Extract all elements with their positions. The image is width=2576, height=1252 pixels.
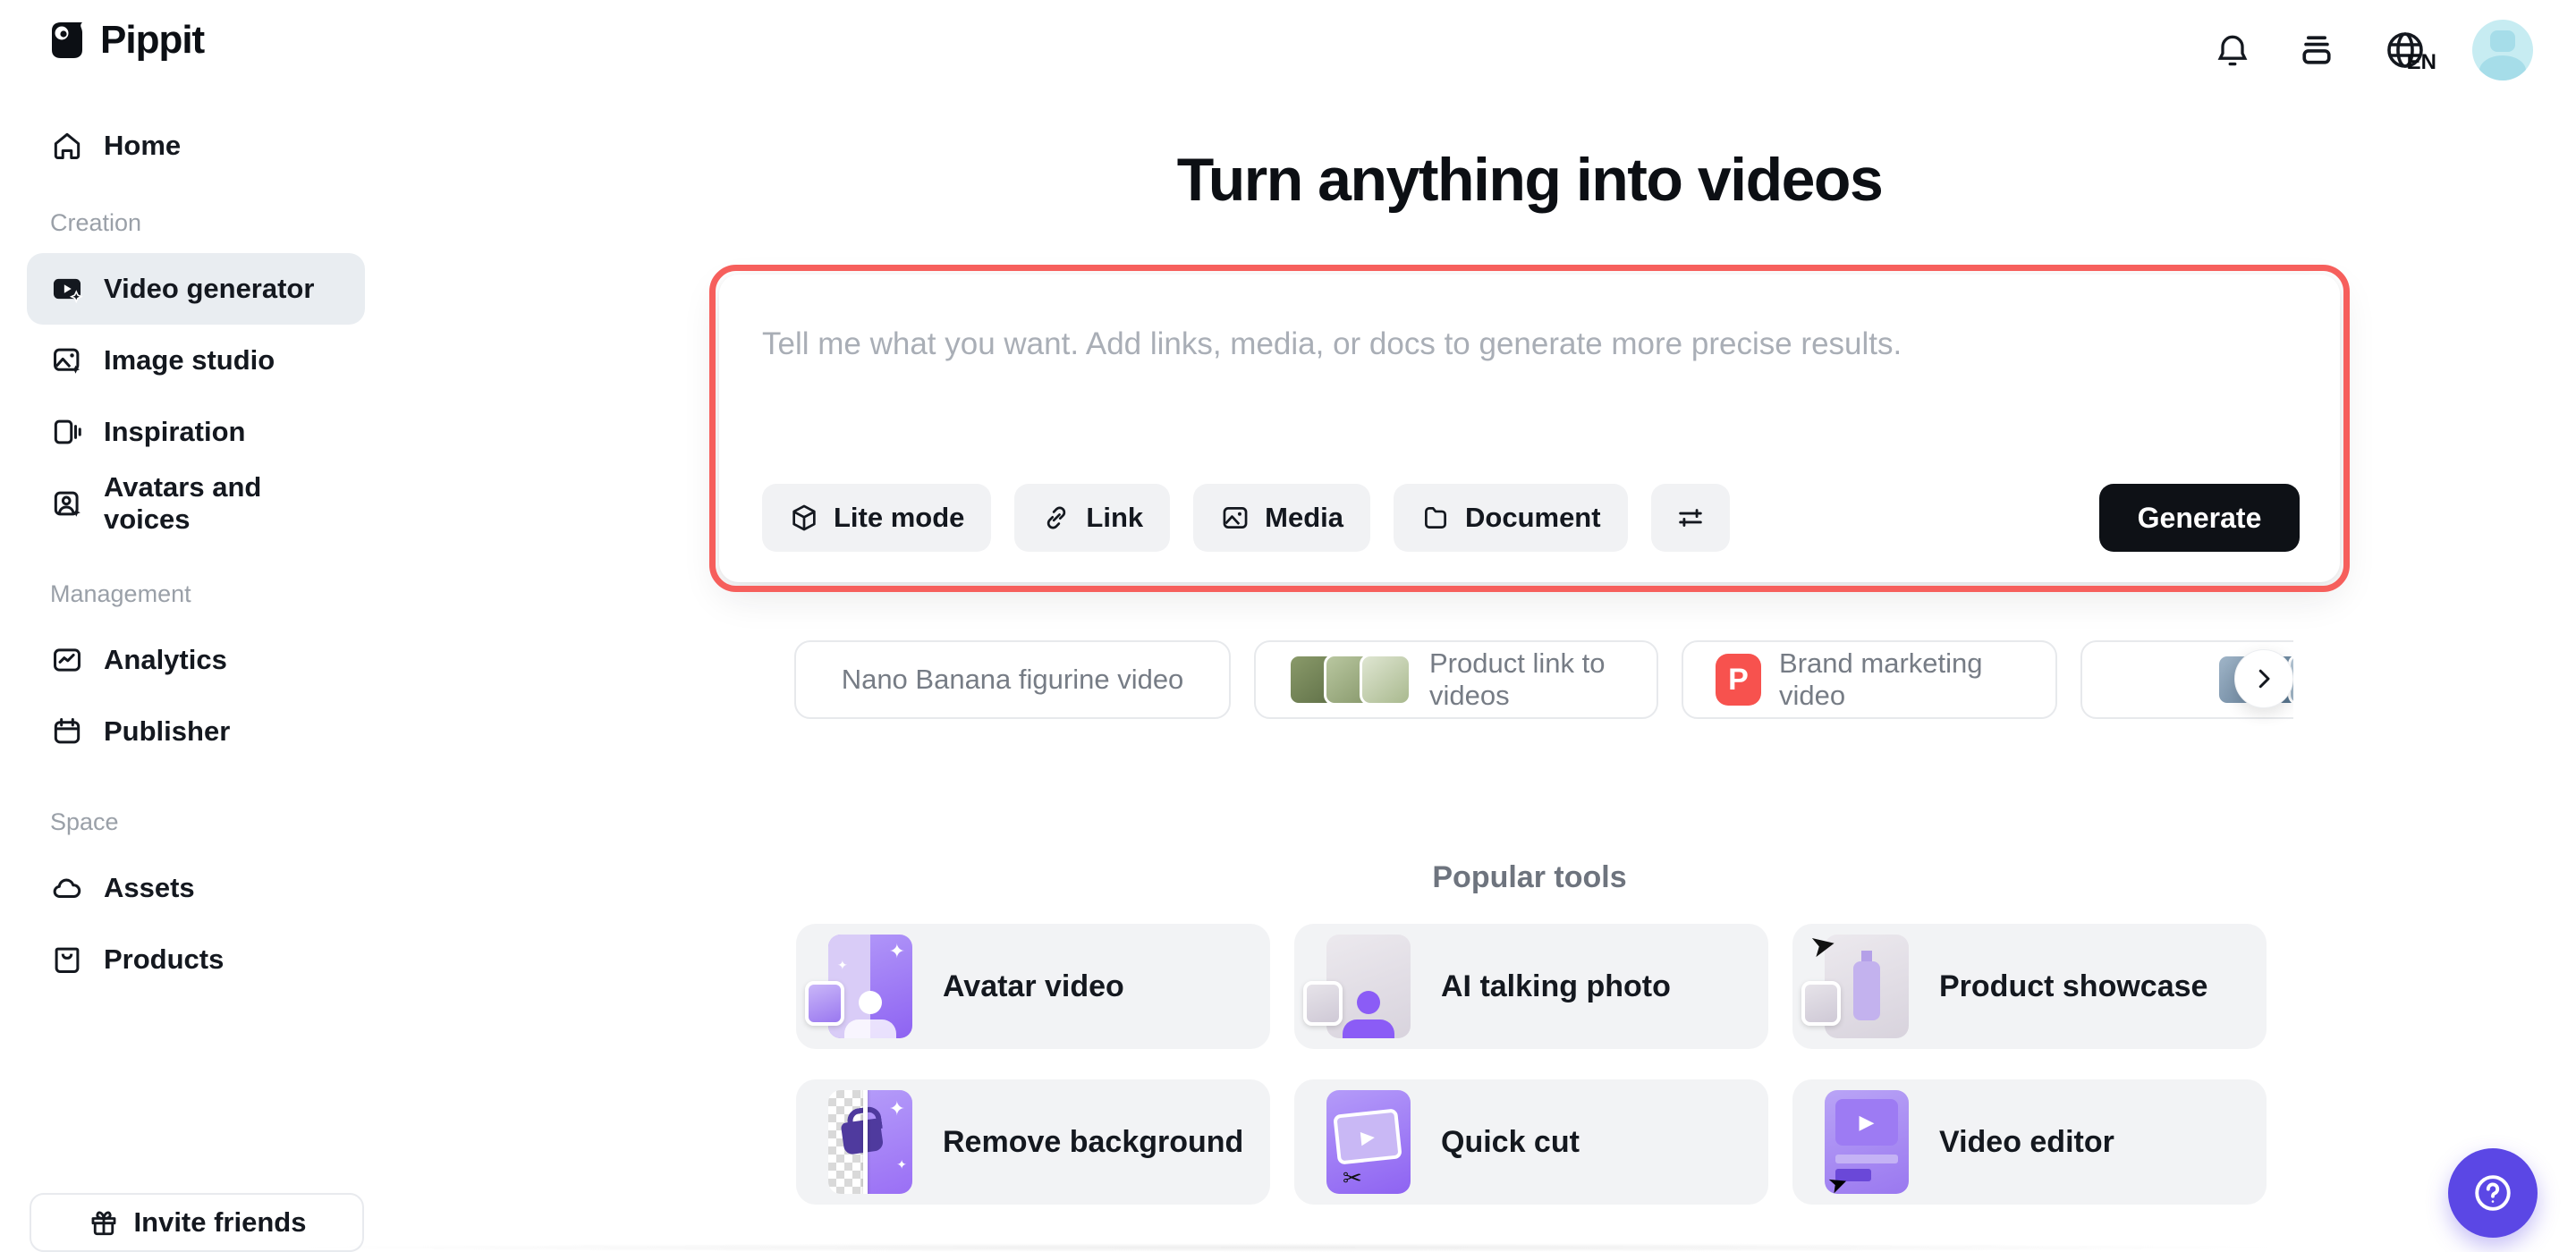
sidebar-item-label: Products [104, 943, 225, 975]
ai-talking-photo-thumbnail [1303, 935, 1411, 1038]
language-button[interactable]: EN [2379, 27, 2436, 74]
question-mark-icon [2475, 1175, 2511, 1211]
chevron-right-icon [2258, 669, 2270, 689]
tool-label: Avatar video [943, 969, 1124, 1003]
sidebar-item-video-generator[interactable]: Video generator [27, 253, 365, 325]
product-showcase-thumbnail: ➤ [1801, 926, 1909, 1038]
sidebar-item-products[interactable]: Products [27, 924, 365, 995]
tool-label: Product showcase [1939, 969, 2208, 1003]
sidebar-item-assets[interactable]: Assets [27, 852, 365, 924]
document-icon [1425, 507, 1446, 529]
suggestion-chip-brand-marketing[interactable]: P Brand marketing video [1682, 640, 2057, 719]
generate-button[interactable]: Generate [2099, 484, 2300, 552]
transform-arrow-icon: ➤ [1807, 926, 1840, 965]
image-studio-icon [54, 348, 80, 374]
tool-label: AI talking photo [1441, 969, 1671, 1003]
tool-card-ai-talking-photo[interactable]: AI talking photo [1294, 924, 1768, 1049]
main-content: Turn anything into videos Tell me what y… [709, 0, 2350, 1252]
sidebar-item-home[interactable]: Home [27, 116, 365, 175]
remove-background-thumbnail: ✦ ✦ [828, 1090, 912, 1194]
popular-tools-title: Popular tools [1432, 860, 1627, 894]
tool-card-avatar-video[interactable]: ✦ ✦ Avatar video [796, 924, 1270, 1049]
brand-name: Pippit [100, 18, 205, 62]
document-label: Document [1465, 502, 1601, 533]
suggestion-label: Nano Banana figurine video [841, 664, 1184, 695]
inspiration-icon [54, 419, 81, 444]
gift-icon [91, 1211, 115, 1236]
sidebar-item-label: Home [104, 130, 182, 161]
media-button[interactable]: Media [1193, 484, 1370, 552]
sidebar-item-label: Publisher [104, 715, 231, 747]
assets-icon [53, 878, 81, 899]
suggestion-chip-nano-banana[interactable]: Nano Banana figurine video [794, 640, 1231, 719]
tool-label: Video editor [1939, 1124, 2114, 1159]
sidebar-item-image-studio[interactable]: Image studio [27, 325, 365, 396]
page-title: Turn anything into videos [1176, 146, 1884, 214]
suggestion-thumbnails [1288, 654, 1411, 706]
lite-mode-label: Lite mode [834, 502, 965, 533]
cube-icon [792, 504, 816, 531]
pippit-logo-icon [52, 22, 82, 58]
app-logo[interactable]: Pippit [47, 18, 205, 63]
advanced-settings-button[interactable] [1650, 484, 1730, 552]
tool-label: Remove background [943, 1124, 1244, 1159]
sidebar-item-label: Analytics [104, 644, 227, 675]
sidebar-item-avatars-and-voices[interactable]: Avatars and voices [27, 468, 365, 539]
suggestion-label: Brand marketing video [1779, 647, 1983, 711]
carousel-next-button[interactable] [2234, 649, 2293, 708]
p-badge-icon: P [1716, 654, 1762, 706]
sidebar-item-analytics[interactable]: Analytics [27, 624, 365, 696]
section-label-management: Management [50, 580, 191, 607]
popular-tools-grid: ✦ ✦ Avatar video AI talking photo ➤ Prod… [796, 924, 2267, 1205]
suggestion-label: Product link to videos [1429, 647, 1606, 711]
link-label: Link [1086, 502, 1144, 533]
prompt-composer: Tell me what you want. Add links, media,… [709, 265, 2350, 592]
lite-mode-button[interactable]: Lite mode [762, 484, 992, 552]
handbag-icon [840, 1118, 885, 1155]
analytics-icon [54, 648, 80, 672]
tool-card-product-showcase[interactable]: ➤ Product showcase [1792, 924, 2267, 1049]
home-icon [54, 132, 80, 159]
sliders-icon [1678, 509, 1702, 527]
suggestion-chip-product-link[interactable]: Product link to videos [1254, 640, 1658, 719]
prompt-input[interactable]: Tell me what you want. Add links, media,… [762, 326, 2297, 362]
sidebar-item-publisher[interactable]: Publisher [27, 696, 365, 767]
invite-friends-label: Invite friends [133, 1206, 307, 1238]
media-icon [1223, 507, 1248, 529]
publisher-icon [54, 718, 80, 744]
sidebar-item-label: Video generator [104, 273, 315, 304]
language-code: EN [2406, 50, 2436, 74]
section-label-space: Space [50, 808, 119, 835]
sidebar: Home Creation Video generator Image stud… [0, 107, 392, 1004]
suggestions-carousel: Nano Banana figurine video Product link … [794, 640, 2293, 726]
sidebar-item-label: Image studio [104, 344, 275, 376]
composer-toolbar: Lite mode Link Media Document [762, 484, 1730, 552]
tool-card-remove-background[interactable]: ✦ ✦ Remove background [796, 1079, 1270, 1205]
link-button[interactable]: Link [1014, 484, 1171, 552]
avatar-video-thumbnail: ✦ ✦ [805, 935, 912, 1038]
avatars-voices-icon [54, 491, 80, 517]
sidebar-item-label: Avatars and voices [104, 471, 262, 535]
user-avatar[interactable] [2472, 20, 2533, 80]
section-label-creation: Creation [50, 209, 142, 236]
tool-card-video-editor[interactable]: ▶ ➤ Video editor [1792, 1079, 2267, 1205]
media-label: Media [1265, 502, 1343, 533]
quick-cut-thumbnail: ▶ ✂ [1326, 1090, 1411, 1194]
bottom-shadow [268, 1243, 2308, 1252]
tool-card-quick-cut[interactable]: ▶ ✂ Quick cut [1294, 1079, 1768, 1205]
document-button[interactable]: Document [1394, 484, 1628, 552]
link-icon [1047, 506, 1066, 529]
avatar-silhouette [2490, 30, 2515, 52]
help-button[interactable] [2448, 1148, 2538, 1238]
sidebar-item-inspiration[interactable]: Inspiration [27, 396, 365, 468]
video-editor-thumbnail: ▶ ➤ [1824, 1090, 1909, 1199]
scissors-icon: ✂ [1343, 1164, 1362, 1191]
products-icon [55, 947, 80, 973]
video-generator-icon [53, 278, 83, 304]
sidebar-item-label: Assets [104, 872, 195, 903]
tool-label: Quick cut [1441, 1124, 1580, 1159]
sidebar-item-label: Inspiration [104, 416, 246, 447]
